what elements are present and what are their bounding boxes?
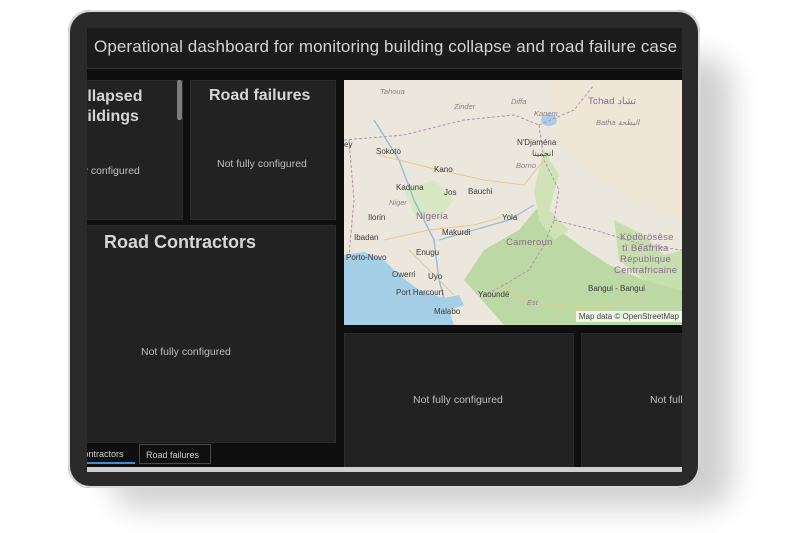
tab-road-contractors[interactable]: Road Contractors	[87, 444, 135, 464]
collapsed-buildings-title-line2: Buildings	[87, 108, 139, 125]
map-label-malabo: Malabo	[434, 307, 461, 316]
map-label-niger-state: Niger	[389, 198, 407, 207]
dashboard-screen: Operational dashboard for monitoring bui…	[87, 28, 682, 472]
map-label-porto-novo: Porto-Novo	[346, 253, 387, 262]
map-label-bangui: Bangui - Bangui	[588, 284, 645, 293]
map-label-kanem: Kanem	[534, 109, 558, 118]
map-label-car2: tî Bêafrîka	[622, 243, 669, 254]
road-failures-title: Road failures	[209, 87, 311, 104]
road-failures-status: Not fully configured	[217, 158, 307, 170]
map-label-uyo: Uyo	[428, 272, 443, 281]
map-label-batha: Batha البطحة	[596, 118, 640, 127]
road-contractors-status: Not fully configured	[141, 346, 231, 358]
map-label-borno: Borno	[516, 161, 537, 170]
bottom-right-panel[interactable]: Not fully configured	[581, 333, 682, 468]
map-label-car4: Centrafricaine	[614, 265, 678, 276]
map-label-tahoua: Tahoua	[380, 87, 405, 96]
map-label-ibadan: Ibadan	[354, 233, 379, 242]
map-view[interactable]: Tahoua Zinder Diffa Kanem Tchad تشاد Bat…	[344, 80, 682, 325]
map-label-cameroun: Cameroun	[506, 237, 553, 248]
bottom-right-status: Not fully configured	[650, 394, 682, 406]
road-contractors-panel[interactable]: Road Contractors Not fully configured	[87, 225, 336, 443]
dashboard-title: Operational dashboard for monitoring bui…	[94, 37, 678, 56]
bottom-scroll-strip	[87, 467, 682, 472]
map-label-kano: Kano	[434, 165, 453, 174]
map-label-ilorin: Ilorin	[368, 213, 386, 222]
dashboard-header: Operational dashboard for monitoring bui…	[87, 28, 682, 69]
bottom-middle-panel[interactable]: Not fully configured	[344, 333, 574, 468]
road-failures-panel[interactable]: Road failures Not fully configured	[190, 80, 336, 220]
map-label-ey: ey	[344, 140, 353, 149]
map-label-ndjamena: N'Djaména	[517, 138, 557, 147]
map-label-port-harcourt: Port Harcourt	[396, 288, 444, 297]
map-label-yola: Yola	[502, 213, 518, 222]
map-label-jos: Jos	[444, 188, 457, 197]
map-label-ndjamena-ar: انجمينا	[532, 149, 554, 158]
collapsed-buildings-title-line1: Collapsed	[87, 88, 143, 105]
map-label-tchad: Tchad تشاد	[588, 96, 637, 107]
bottom-middle-status: Not fully configured	[413, 394, 503, 406]
panel-tab-bar: Road Contractors Road failures	[87, 444, 342, 466]
map-label-zinder: Zinder	[454, 102, 476, 111]
map-label-car3: République	[620, 254, 672, 265]
tab-road-failures[interactable]: Road failures	[139, 444, 211, 464]
map-label-enugu: Enugu	[416, 248, 440, 257]
panel-scrollbar[interactable]	[177, 80, 182, 120]
map-label-makurdi: Makurdi	[442, 228, 471, 237]
map-label-est: Est	[527, 298, 538, 307]
map-attribution[interactable]: Map data © OpenStreetMap	[575, 311, 682, 322]
map-label-owerri: Owerri	[392, 270, 416, 279]
map-label-diffa: Diffa	[511, 97, 527, 106]
map-label-bauchi: Bauchi	[468, 187, 493, 196]
collapsed-buildings-panel[interactable]: Collapsed Buildings Not fully configured	[87, 80, 183, 220]
map-label-nigeria: Nigeria	[416, 211, 449, 222]
map-label-kaduna: Kaduna	[396, 183, 424, 192]
map-label-yaounde: Yaoundé	[478, 290, 510, 299]
collapsed-buildings-status: Not fully configured	[87, 165, 140, 177]
map-label-car1: Ködörösêse	[620, 232, 674, 243]
map-label-sokoto: Sokoto	[376, 147, 401, 156]
road-contractors-title: Road Contractors	[104, 232, 257, 252]
